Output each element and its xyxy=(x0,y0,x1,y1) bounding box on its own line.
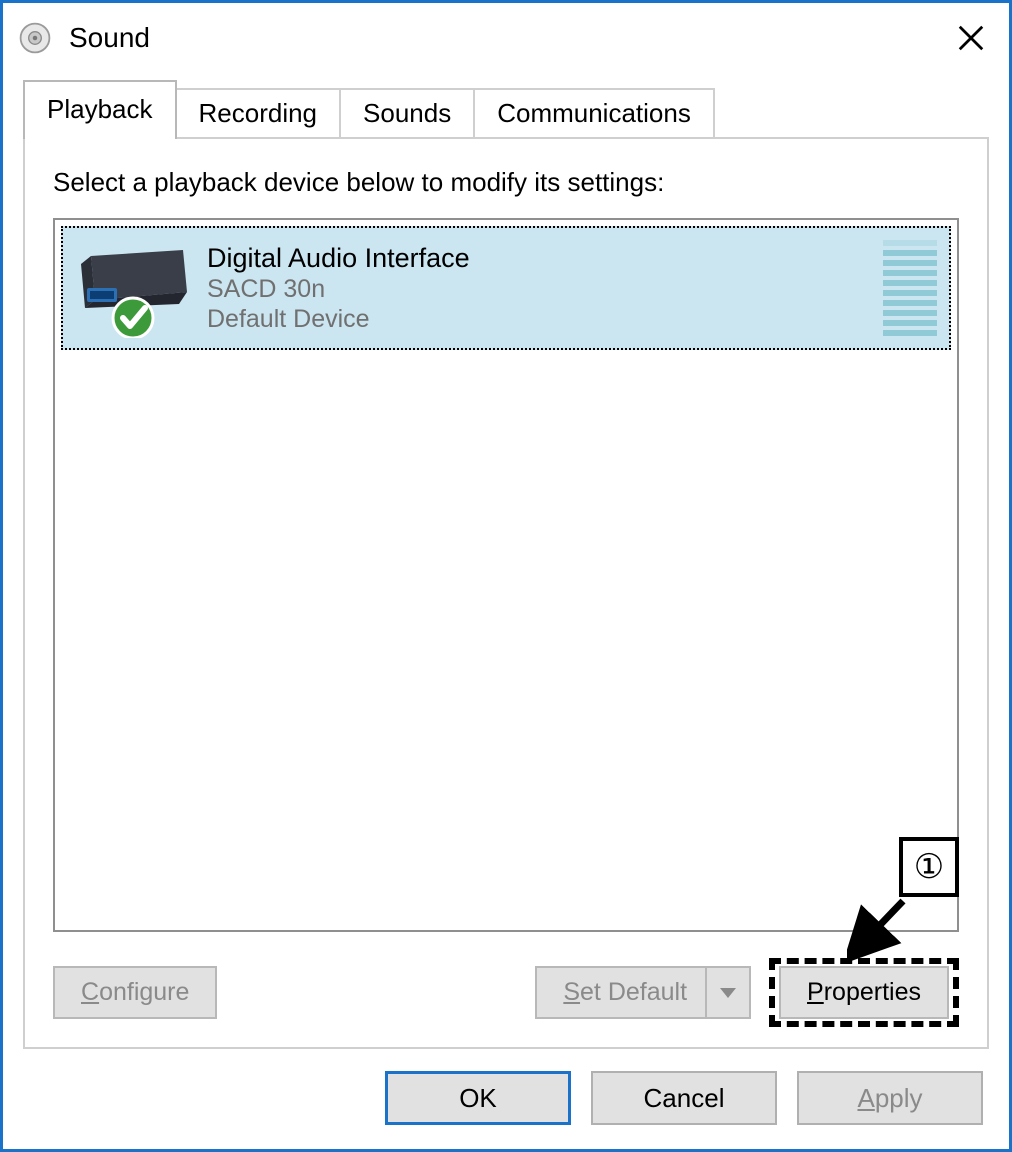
speaker-icon xyxy=(15,18,55,58)
annotation-marker: ① xyxy=(899,837,959,897)
level-meter-icon xyxy=(883,238,937,338)
instruction-text: Select a playback device below to modify… xyxy=(53,167,959,198)
device-item[interactable]: Digital Audio Interface SACD 30n Default… xyxy=(61,226,951,350)
tab-playback[interactable]: Playback xyxy=(23,80,177,139)
device-name: Digital Audio Interface xyxy=(207,243,470,274)
device-status: Default Device xyxy=(207,304,470,334)
dialog-buttons: OK Cancel Apply xyxy=(3,1049,1009,1149)
properties-accel: P xyxy=(807,978,824,1007)
apply-accel: A xyxy=(857,1083,874,1114)
tabpage-playback: Select a playback device below to modify… xyxy=(23,137,989,1049)
sound-dialog: Sound Playback Recording Sounds Communic… xyxy=(0,0,1012,1152)
tab-sounds[interactable]: Sounds xyxy=(339,88,475,139)
set-default-button[interactable]: Set Default xyxy=(535,966,707,1019)
apply-rest: pply xyxy=(875,1083,923,1114)
titlebar: Sound xyxy=(3,3,1009,73)
set-default-splitbutton[interactable]: Set Default xyxy=(535,966,751,1019)
properties-button[interactable]: Properties xyxy=(779,966,949,1019)
chevron-down-icon[interactable] xyxy=(707,966,751,1019)
window-title: Sound xyxy=(69,22,150,54)
device-subname: SACD 30n xyxy=(207,274,470,304)
audio-device-icon xyxy=(71,238,201,338)
setdefault-accel: S xyxy=(563,978,580,1007)
controls-row: Configure Set Default Properties xyxy=(53,958,959,1027)
device-list[interactable]: Digital Audio Interface SACD 30n Default… xyxy=(53,218,959,932)
setdefault-rest: et Default xyxy=(580,978,687,1007)
close-icon[interactable] xyxy=(951,18,991,58)
properties-rest: roperties xyxy=(824,978,921,1007)
configure-button[interactable]: Configure xyxy=(53,966,217,1019)
cancel-button[interactable]: Cancel xyxy=(591,1071,777,1125)
dialog-content: Playback Recording Sounds Communications… xyxy=(3,73,1009,1049)
apply-button[interactable]: Apply xyxy=(797,1071,983,1125)
device-text: Digital Audio Interface SACD 30n Default… xyxy=(207,243,470,334)
tab-communications[interactable]: Communications xyxy=(473,88,715,139)
ok-button[interactable]: OK xyxy=(385,1071,571,1125)
tab-recording[interactable]: Recording xyxy=(175,88,342,139)
tab-strip: Playback Recording Sounds Communications xyxy=(23,83,989,139)
annotation-label: ① xyxy=(914,847,944,887)
properties-highlight: Properties xyxy=(769,958,959,1027)
configure-accel: C xyxy=(81,978,99,1007)
configure-rest: onfigure xyxy=(99,978,189,1007)
